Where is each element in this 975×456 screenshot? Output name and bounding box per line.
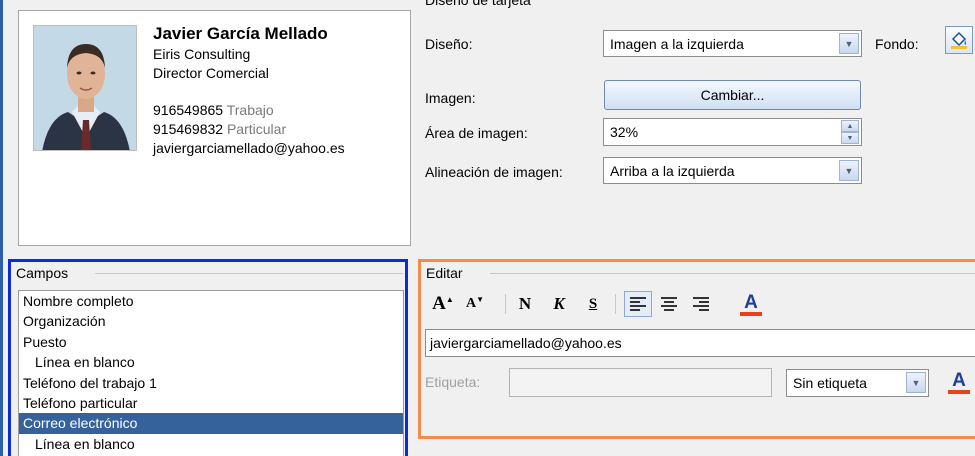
list-item[interactable]: Puesto (19, 332, 403, 352)
list-item[interactable]: Organización (19, 311, 403, 331)
window-frame (0, 0, 3, 456)
chevron-down-icon[interactable]: ▼ (906, 372, 926, 393)
card-name: Javier García Mellado (153, 24, 328, 43)
list-item[interactable]: Línea en blanco (19, 352, 403, 372)
spin-up-icon[interactable]: ▲ (841, 120, 859, 132)
card-title: Director Comercial (153, 65, 269, 81)
list-item[interactable]: Nombre completo (19, 291, 403, 311)
image-align-dropdown[interactable]: Arriba a la izquierda ▼ (603, 157, 862, 184)
card-email: javiergarciamellado@yahoo.es (153, 140, 345, 156)
business-card-preview: Javier García Mellado Eiris Consulting D… (18, 10, 411, 246)
label-input-disabled (509, 368, 772, 397)
list-item[interactable]: Teléfono particular (19, 393, 403, 413)
chevron-down-icon[interactable]: ▼ (839, 160, 859, 181)
field-text-input[interactable]: javiergarciamellado@yahoo.es (425, 329, 975, 357)
label-color-swatch (948, 389, 970, 394)
design-dropdown[interactable]: Imagen a la izquierda ▼ (603, 30, 862, 57)
image-label: Imagen: (425, 90, 476, 106)
toolbar-separator (615, 294, 616, 314)
shrink-font-button[interactable]: A ▼ (461, 291, 489, 317)
card-design-title: Diseño de tarjeta (425, 0, 531, 8)
align-right-icon (693, 297, 709, 311)
list-item[interactable]: Teléfono del trabajo 1 (19, 373, 403, 393)
font-color-button[interactable]: A (737, 291, 765, 317)
underline-button[interactable]: S (582, 291, 604, 317)
background-fill-button[interactable] (945, 26, 973, 54)
grow-font-button[interactable]: A ▲ (428, 291, 458, 317)
card-phone-home: 915469832 Particular (153, 121, 287, 137)
align-center-icon (661, 297, 677, 311)
bold-button[interactable]: N (514, 291, 536, 317)
label-position-dropdown[interactable]: Sin etiqueta ▼ (786, 369, 929, 397)
card-phone-work: 916549865 Trabajo (153, 102, 274, 118)
list-item-selected[interactable]: Correo electrónico (19, 413, 403, 434)
design-label: Diseño: (425, 36, 473, 52)
chevron-down-icon[interactable]: ▼ (839, 33, 859, 54)
font-color-swatch (740, 311, 762, 316)
toolbar-separator (505, 294, 506, 314)
label-label: Etiqueta: (425, 374, 481, 390)
align-right-button[interactable] (688, 291, 714, 317)
fields-list[interactable]: Nombre completo Organización Puesto Líne… (18, 290, 404, 456)
italic-button[interactable]: K (548, 291, 570, 317)
spin-down-icon[interactable]: ▼ (841, 132, 859, 144)
contact-photo (33, 25, 137, 151)
image-align-label: Alineación de imagen: (425, 164, 563, 180)
edit-group-title: Editar (426, 265, 467, 281)
align-left-icon (630, 297, 646, 311)
card-company: Eiris Consulting (153, 46, 251, 62)
fields-group-title: Campos (16, 265, 73, 281)
fields-group-line (95, 273, 403, 274)
image-area-spinner[interactable]: 32% ▲ ▼ (603, 118, 862, 146)
image-area-label: Área de imagen: (425, 125, 528, 141)
change-image-button[interactable]: Cambiar... (604, 80, 861, 110)
paint-bucket-icon (951, 31, 967, 49)
label-color-button[interactable]: A (944, 369, 974, 395)
list-item[interactable]: Línea en blanco (19, 434, 403, 454)
align-left-button[interactable] (624, 291, 652, 317)
background-label: Fondo: (875, 36, 919, 52)
align-center-button[interactable] (656, 291, 682, 317)
edit-group-line (490, 273, 975, 274)
